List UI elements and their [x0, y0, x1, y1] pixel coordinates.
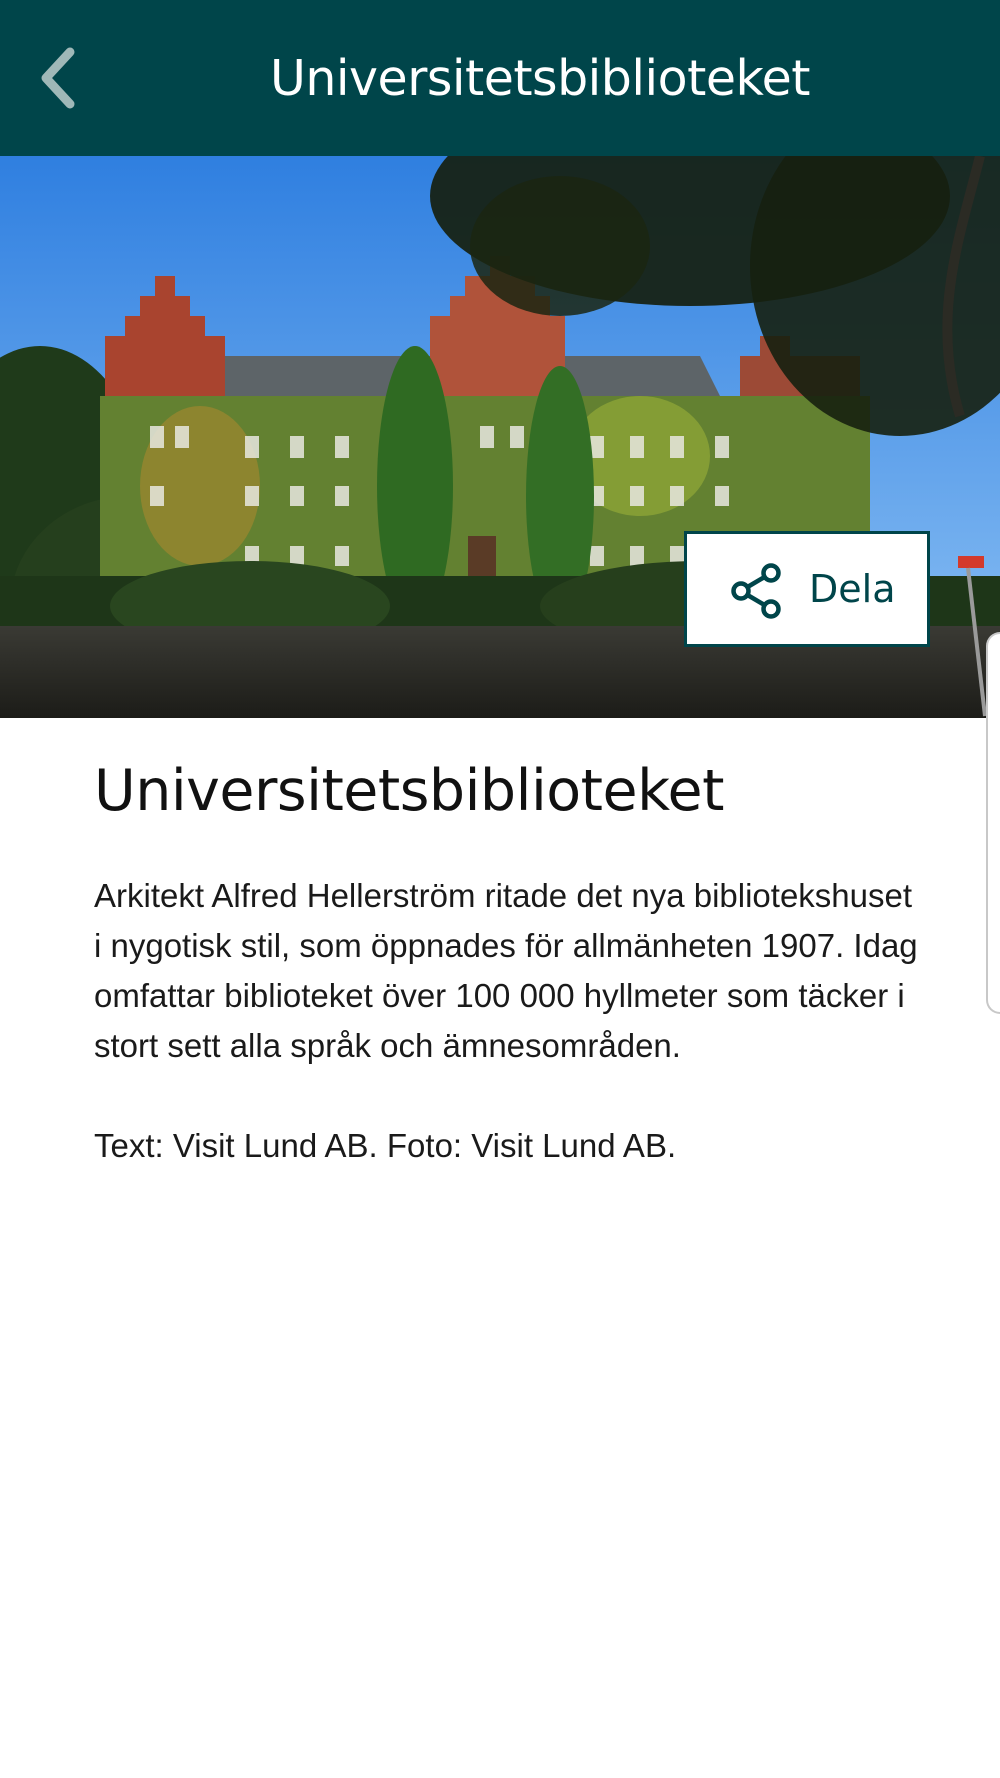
share-icon	[731, 563, 781, 619]
back-button[interactable]	[18, 38, 98, 118]
app-header: Universitetsbiblioteket	[0, 0, 1000, 156]
edge-panel-handle[interactable]	[986, 632, 1000, 1014]
credits-text: Text: Visit Lund AB. Foto: Visit Lund AB…	[94, 1127, 677, 1164]
header-title: Universitetsbiblioteket	[270, 49, 810, 107]
content-section: Universitetsbiblioteket Arkitekt Alfred …	[94, 755, 924, 1171]
share-button[interactable]: Dela	[684, 531, 930, 647]
page-title: Universitetsbiblioteket	[94, 758, 724, 824]
description-text: Arkitekt Alfred Hellerström ritade det n…	[94, 877, 918, 1064]
detail-screen: Universitetsbiblioteket Dela Universitet…	[0, 0, 1000, 1778]
share-label: Dela	[809, 567, 896, 611]
chevron-left-icon	[41, 47, 75, 109]
